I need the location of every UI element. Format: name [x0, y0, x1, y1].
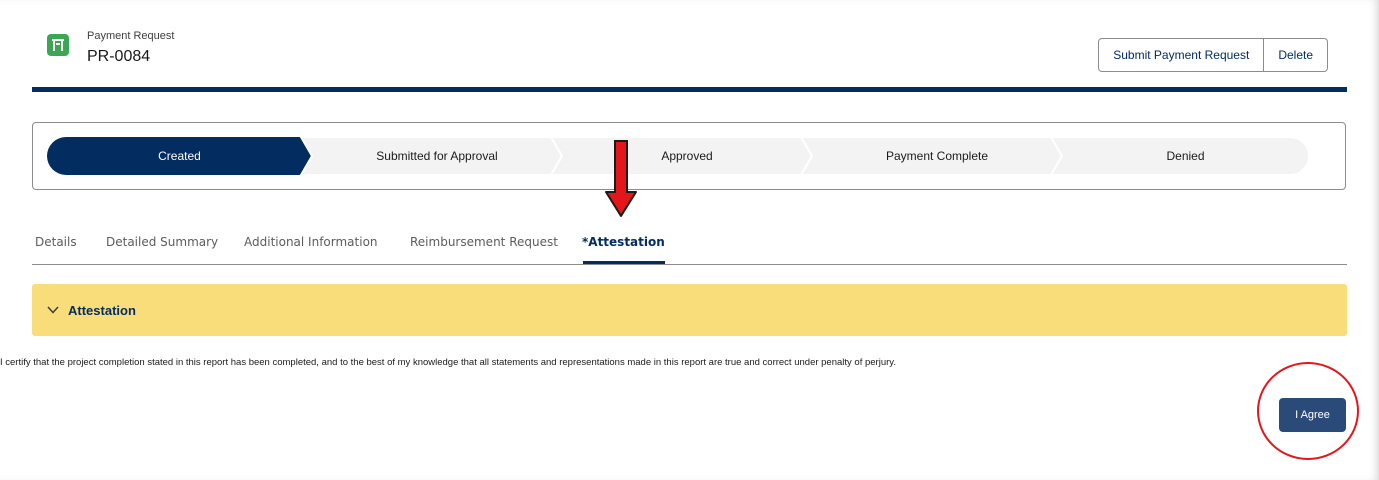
payment-request-icon [47, 34, 69, 56]
section-title: Attestation [68, 302, 136, 318]
path-step-submitted-for-approval[interactable]: Submitted for Approval [312, 137, 562, 175]
submit-payment-request-button[interactable]: Submit Payment Request [1098, 38, 1265, 72]
chevron-down-icon [46, 303, 60, 317]
header-divider [32, 87, 1347, 92]
object-label: Payment Request [87, 30, 175, 42]
record-tabs: Details Detailed Summary Additional Info… [32, 222, 1347, 265]
header-actions: Submit Payment Request Delete [1098, 38, 1328, 72]
tab-additional-information[interactable]: Additional Information [244, 222, 378, 262]
annotation-circle [1257, 362, 1359, 460]
tab-attestation[interactable]: *Attestation [582, 222, 665, 262]
path-step-approved[interactable]: Approved [562, 137, 812, 175]
tab-detailed-summary[interactable]: Detailed Summary [106, 222, 218, 262]
record-page: Payment Request PR-0084 Submit Payment R… [0, 0, 1379, 480]
delete-button[interactable]: Delete [1264, 38, 1328, 72]
path-step-payment-complete[interactable]: Payment Complete [812, 137, 1062, 175]
path-step-denied[interactable]: Denied [1062, 137, 1309, 175]
active-tab-indicator [583, 261, 665, 264]
record-header: Payment Request PR-0084 Submit Payment R… [32, 0, 1347, 92]
path-step-created[interactable]: Created [47, 137, 312, 175]
attestation-section-header[interactable]: Attestation [32, 284, 1347, 336]
tab-details[interactable]: Details [35, 222, 77, 262]
record-name: PR-0084 [87, 48, 151, 65]
status-path: Created Submitted for Approval Approved … [32, 122, 1346, 190]
attestation-statement: I certify that the project completion st… [0, 357, 896, 368]
annotation-down-arrow-icon [605, 140, 637, 217]
tab-reimbursement-request[interactable]: Reimbursement Request [410, 222, 558, 262]
